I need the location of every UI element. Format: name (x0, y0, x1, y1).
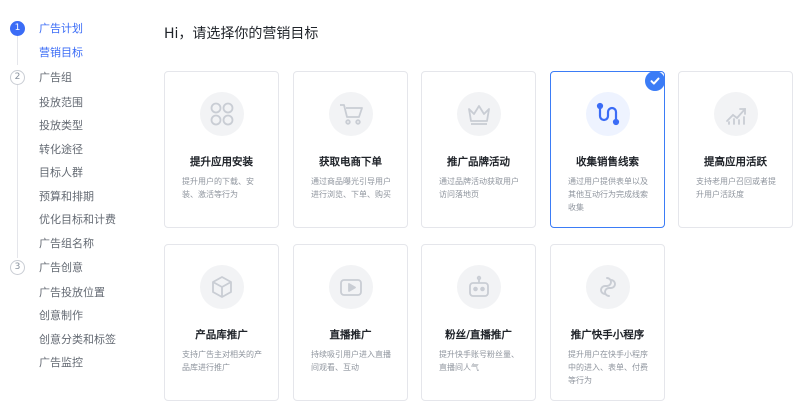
card-description: 提升用户的下载、安装、激活等行为 (182, 177, 254, 199)
trend-chart-icon (726, 108, 746, 125)
step-rail (17, 34, 18, 65)
goal-card-app-active[interactable]: 提高应用活跃 支持老用户召回或者提升用户活跃度 (678, 71, 793, 228)
checkmark-icon (650, 77, 660, 85)
goal-card-app-install[interactable]: 提升应用安装 提升用户的下载、安装、激活等行为 (164, 71, 279, 228)
step-rail (17, 84, 18, 258)
card-description: 通过品牌活动获取用户访问落地页 (439, 177, 519, 199)
icon-circle (457, 92, 501, 136)
goal-card-mini-program[interactable]: 推广快手小程序 提升用户在快手小程序中的进入、表单、付费等行为 (550, 244, 665, 401)
card-title: 提高应用活跃 (704, 156, 767, 168)
sidebar-item-scope[interactable]: 投放范围 (39, 96, 83, 110)
card-description: 支持广告主对相关的产品库进行推广 (182, 350, 262, 372)
card-title: 直播推广 (329, 329, 372, 341)
card-description: 持续吸引用户进入直播间观看、互动 (311, 350, 391, 372)
icon-circle (586, 265, 630, 309)
sidebar-item-optimization[interactable]: 优化目标和计费 (39, 213, 116, 227)
sidebar-item-placement[interactable]: 广告投放位置 (39, 286, 105, 300)
goal-card-brand[interactable]: 推广品牌活动 通过品牌活动获取用户访问落地页 (421, 71, 536, 228)
icon-circle (200, 92, 244, 136)
mini-program-icon (600, 277, 616, 297)
selected-check-badge (645, 71, 665, 91)
goal-card-leads[interactable]: 收集销售线索 通过用户提供表单以及其他互动行为完成线索收集 (550, 71, 665, 228)
card-title: 产品库推广 (195, 329, 248, 341)
step-number-3: 3 (10, 260, 25, 275)
step-number-2: 2 (10, 70, 25, 85)
robot-icon (469, 275, 489, 297)
card-title: 粉丝/直播推广 (445, 329, 512, 341)
card-title: 收集销售线索 (576, 156, 639, 168)
icon-circle (329, 92, 373, 136)
step-sidebar: 1 广告计划 营销目标 2 广告组 投放范围 投放类型 转化途径 目标人群 预算… (0, 0, 150, 386)
sidebar-item-audience[interactable]: 目标人群 (39, 166, 83, 180)
step-label-creative[interactable]: 广告创意 (39, 261, 83, 275)
card-title: 推广快手小程序 (570, 329, 645, 341)
lead-path-icon (596, 102, 620, 126)
sidebar-item-budget[interactable]: 预算和排期 (39, 190, 94, 204)
card-description: 支持老用户召回或者提升用户活跃度 (696, 177, 776, 199)
step-label-plan[interactable]: 广告计划 (39, 22, 83, 36)
page-title: Hi，请选择你的营销目标 (164, 26, 319, 42)
card-description: 提升用户在快手小程序中的进入、表单、付费等行为 (568, 350, 648, 385)
card-description: 通过用户提供表单以及其他互动行为完成线索收集 (568, 177, 648, 212)
icon-circle (586, 92, 630, 136)
goal-card-live[interactable]: 直播推广 持续吸引用户进入直播间观看、互动 (293, 244, 408, 401)
goal-card-ecommerce[interactable]: 获取电商下单 通过商品曝光引导用户进行浏览、下单、购买 (293, 71, 408, 228)
goal-card-fans-live[interactable]: 粉丝/直播推广 提升快手账号粉丝量、直播间人气 (421, 244, 536, 401)
step-label-ad-group[interactable]: 广告组 (39, 71, 72, 85)
card-description: 提升快手账号粉丝量、直播间人气 (439, 350, 519, 372)
sidebar-item-type[interactable]: 投放类型 (39, 119, 83, 133)
shopping-cart-icon (340, 104, 363, 125)
app-grid-icon (210, 102, 234, 126)
sidebar-item-group-name[interactable]: 广告组名称 (39, 237, 94, 251)
goal-card-product-library[interactable]: 产品库推广 支持广告主对相关的产品库进行推广 (164, 244, 279, 401)
crown-icon (468, 105, 490, 125)
cube-icon (212, 276, 232, 298)
card-title: 提升应用安装 (190, 156, 253, 168)
icon-circle (200, 265, 244, 309)
card-title: 推广品牌活动 (447, 156, 510, 168)
sidebar-item-category-tags[interactable]: 创意分类和标签 (39, 333, 116, 347)
icon-circle (714, 92, 758, 136)
icon-circle (329, 265, 373, 309)
sidebar-item-marketing-goal[interactable]: 营销目标 (39, 46, 83, 60)
sidebar-item-conversion[interactable]: 转化途径 (39, 143, 83, 157)
card-title: 获取电商下单 (319, 156, 382, 168)
play-icon (340, 279, 362, 296)
sidebar-item-monitoring[interactable]: 广告监控 (39, 356, 83, 370)
sidebar-item-creative-make[interactable]: 创意制作 (39, 309, 83, 323)
icon-circle (457, 265, 501, 309)
card-description: 通过商品曝光引导用户进行浏览、下单、购买 (311, 177, 391, 199)
step-number-1: 1 (10, 21, 25, 36)
